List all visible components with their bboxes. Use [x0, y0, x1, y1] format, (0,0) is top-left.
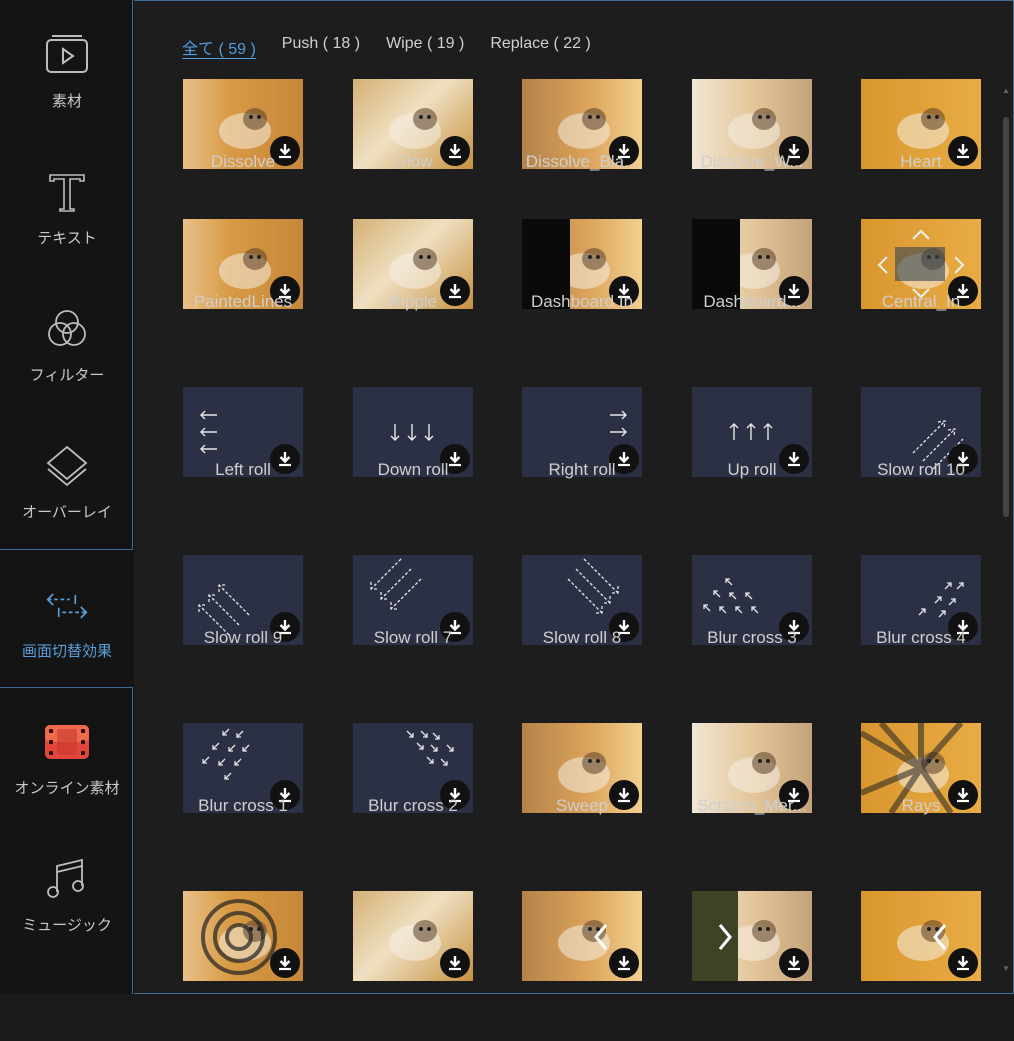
text-icon: [44, 169, 90, 215]
transition-item[interactable]: Dissolve: [183, 79, 303, 229]
transition-item[interactable]: Blur cross 2: [353, 723, 473, 873]
transition-item[interactable]: PaintedLines: [183, 219, 303, 369]
transition-name: Dashboard...: [703, 292, 801, 311]
transition-item[interactable]: Slow roll 8: [522, 555, 642, 705]
transition-item[interactable]: Left roll: [183, 387, 303, 537]
transition-item[interactable]: Rays: [861, 723, 981, 873]
download-icon[interactable]: [948, 948, 978, 978]
transition-name: Right roll: [548, 460, 616, 479]
transition-name: Down roll: [377, 460, 449, 479]
transition-name: Heart: [900, 152, 942, 171]
tab-replace[interactable]: Replace ( 22 ): [490, 35, 591, 59]
transitions-panel: 全て ( 59 ) Push ( 18 ) Wipe ( 19 ) Replac…: [134, 0, 1014, 994]
transition-thumbnail[interactable]: [861, 891, 981, 981]
sidebar-item-transitions[interactable]: 画面切替効果: [0, 550, 134, 687]
transition-name: Slow roll 7: [373, 628, 453, 647]
sidebar-item-label: フィルター: [29, 367, 105, 384]
sidebar-item-filter[interactable]: フィルター: [0, 274, 134, 411]
download-icon[interactable]: [270, 948, 300, 978]
transition-item[interactable]: Sweep: [522, 723, 642, 873]
transition-item[interactable]: Right roll: [522, 387, 642, 537]
transition-name: Up roll: [727, 460, 777, 479]
transition-name: Scratch_Mer...: [697, 796, 807, 815]
transition-item[interactable]: Slow roll 7: [353, 555, 473, 705]
transition-name: Ripple: [388, 292, 438, 311]
sidebar-item-label: ミュージック: [22, 917, 112, 934]
media-icon: [44, 32, 90, 78]
overlay-icon: [44, 443, 90, 489]
transition-thumbnail[interactable]: [522, 891, 642, 981]
transition-icon: [44, 582, 90, 628]
online-media-icon: [44, 719, 90, 765]
tab-wipe[interactable]: Wipe ( 19 ): [386, 35, 464, 59]
transition-item[interactable]: Slow roll 9: [183, 555, 303, 705]
category-tabs: 全て ( 59 ) Push ( 18 ) Wipe ( 19 ) Replac…: [182, 35, 591, 59]
download-icon[interactable]: [609, 948, 639, 978]
transition-item[interactable]: Scratch_Mer...: [692, 723, 812, 873]
transition-item[interactable]: Blur cross 3: [692, 555, 812, 705]
transition-name: Slow roll 8: [542, 628, 622, 647]
transition-item[interactable]: Dissolve_Bla...: [522, 79, 642, 229]
scroll-down-arrow-icon[interactable]: ▼: [1002, 965, 1010, 973]
sidebar-item-text[interactable]: テキスト: [0, 137, 134, 274]
transition-name: PaintedLines: [193, 292, 293, 311]
transition-item[interactable]: Blur cross 1: [183, 723, 303, 873]
transition-item[interactable]: [353, 891, 473, 1041]
transition-name: Left roll: [215, 460, 271, 479]
transition-name: Slow roll 9: [203, 628, 283, 647]
scrollbar[interactable]: ▲ ▼: [1002, 87, 1010, 973]
transition-name: Dissolve: [210, 152, 276, 171]
transition-thumbnail[interactable]: [183, 891, 303, 981]
sidebar-item-overlay[interactable]: オーバーレイ: [0, 411, 134, 548]
sidebar-item-music[interactable]: ミュージック: [0, 824, 134, 961]
sidebar-item-label: 画面切替効果: [21, 643, 112, 660]
transition-item[interactable]: Dashboard In: [522, 219, 642, 369]
sidebar-item-label: オーバーレイ: [22, 504, 112, 521]
transition-name: Glow: [393, 152, 433, 171]
scroll-thumb[interactable]: [1003, 117, 1009, 517]
sidebar-item-label: オンライン素材: [14, 780, 120, 797]
transition-name: Sweep: [556, 796, 608, 815]
sidebar-item-media[interactable]: 素材: [0, 0, 134, 137]
music-icon: [44, 856, 90, 902]
transition-item[interactable]: [522, 891, 642, 1041]
transition-item[interactable]: Central_In: [861, 219, 981, 369]
transition-name: Blur cross 2: [368, 796, 458, 815]
transition-item[interactable]: Slow roll 10: [861, 387, 981, 537]
scroll-up-arrow-icon[interactable]: ▲: [1002, 87, 1010, 95]
transition-name: Dissolve_W...: [700, 152, 804, 171]
tab-all[interactable]: 全て ( 59 ): [182, 35, 256, 59]
sidebar-item-online-media[interactable]: オンライン素材: [0, 687, 134, 824]
download-icon[interactable]: [440, 948, 470, 978]
tab-push[interactable]: Push ( 18 ): [282, 35, 360, 59]
transition-item[interactable]: Dissolve_W...: [692, 79, 812, 229]
transition-thumbnail[interactable]: [353, 891, 473, 981]
transition-item[interactable]: Glow: [353, 79, 473, 229]
transition-item[interactable]: Up roll: [692, 387, 812, 537]
sidebar: 素材 テキスト フィルター オーバーレイ 画面切替効果 オンライン素材 ミュージ…: [0, 0, 134, 994]
transition-name: Dissolve_Bla...: [525, 152, 639, 171]
transition-name: Central_In: [881, 292, 961, 311]
transition-name: Slow roll 10: [877, 460, 965, 479]
transition-name: Rays: [901, 796, 941, 815]
sidebar-item-label: テキスト: [37, 230, 97, 247]
transition-item[interactable]: Heart: [861, 79, 981, 229]
filter-icon: [44, 306, 90, 352]
transition-item[interactable]: [183, 891, 303, 1041]
transition-item[interactable]: Ripple: [353, 219, 473, 369]
sidebar-item-label: 素材: [51, 93, 82, 110]
transition-name: Blur cross 3: [707, 628, 797, 647]
transition-item[interactable]: Down roll: [353, 387, 473, 537]
transition-name: Blur cross 4: [876, 628, 966, 647]
transition-item[interactable]: [692, 891, 812, 1041]
transition-thumbnail[interactable]: [692, 891, 812, 981]
transition-name: Dashboard In: [530, 292, 634, 311]
transition-item[interactable]: Dashboard...: [692, 219, 812, 369]
download-icon[interactable]: [779, 948, 809, 978]
transition-item[interactable]: Blur cross 4: [861, 555, 981, 705]
transition-name: Blur cross 1: [198, 796, 288, 815]
transition-item[interactable]: [861, 891, 981, 1041]
